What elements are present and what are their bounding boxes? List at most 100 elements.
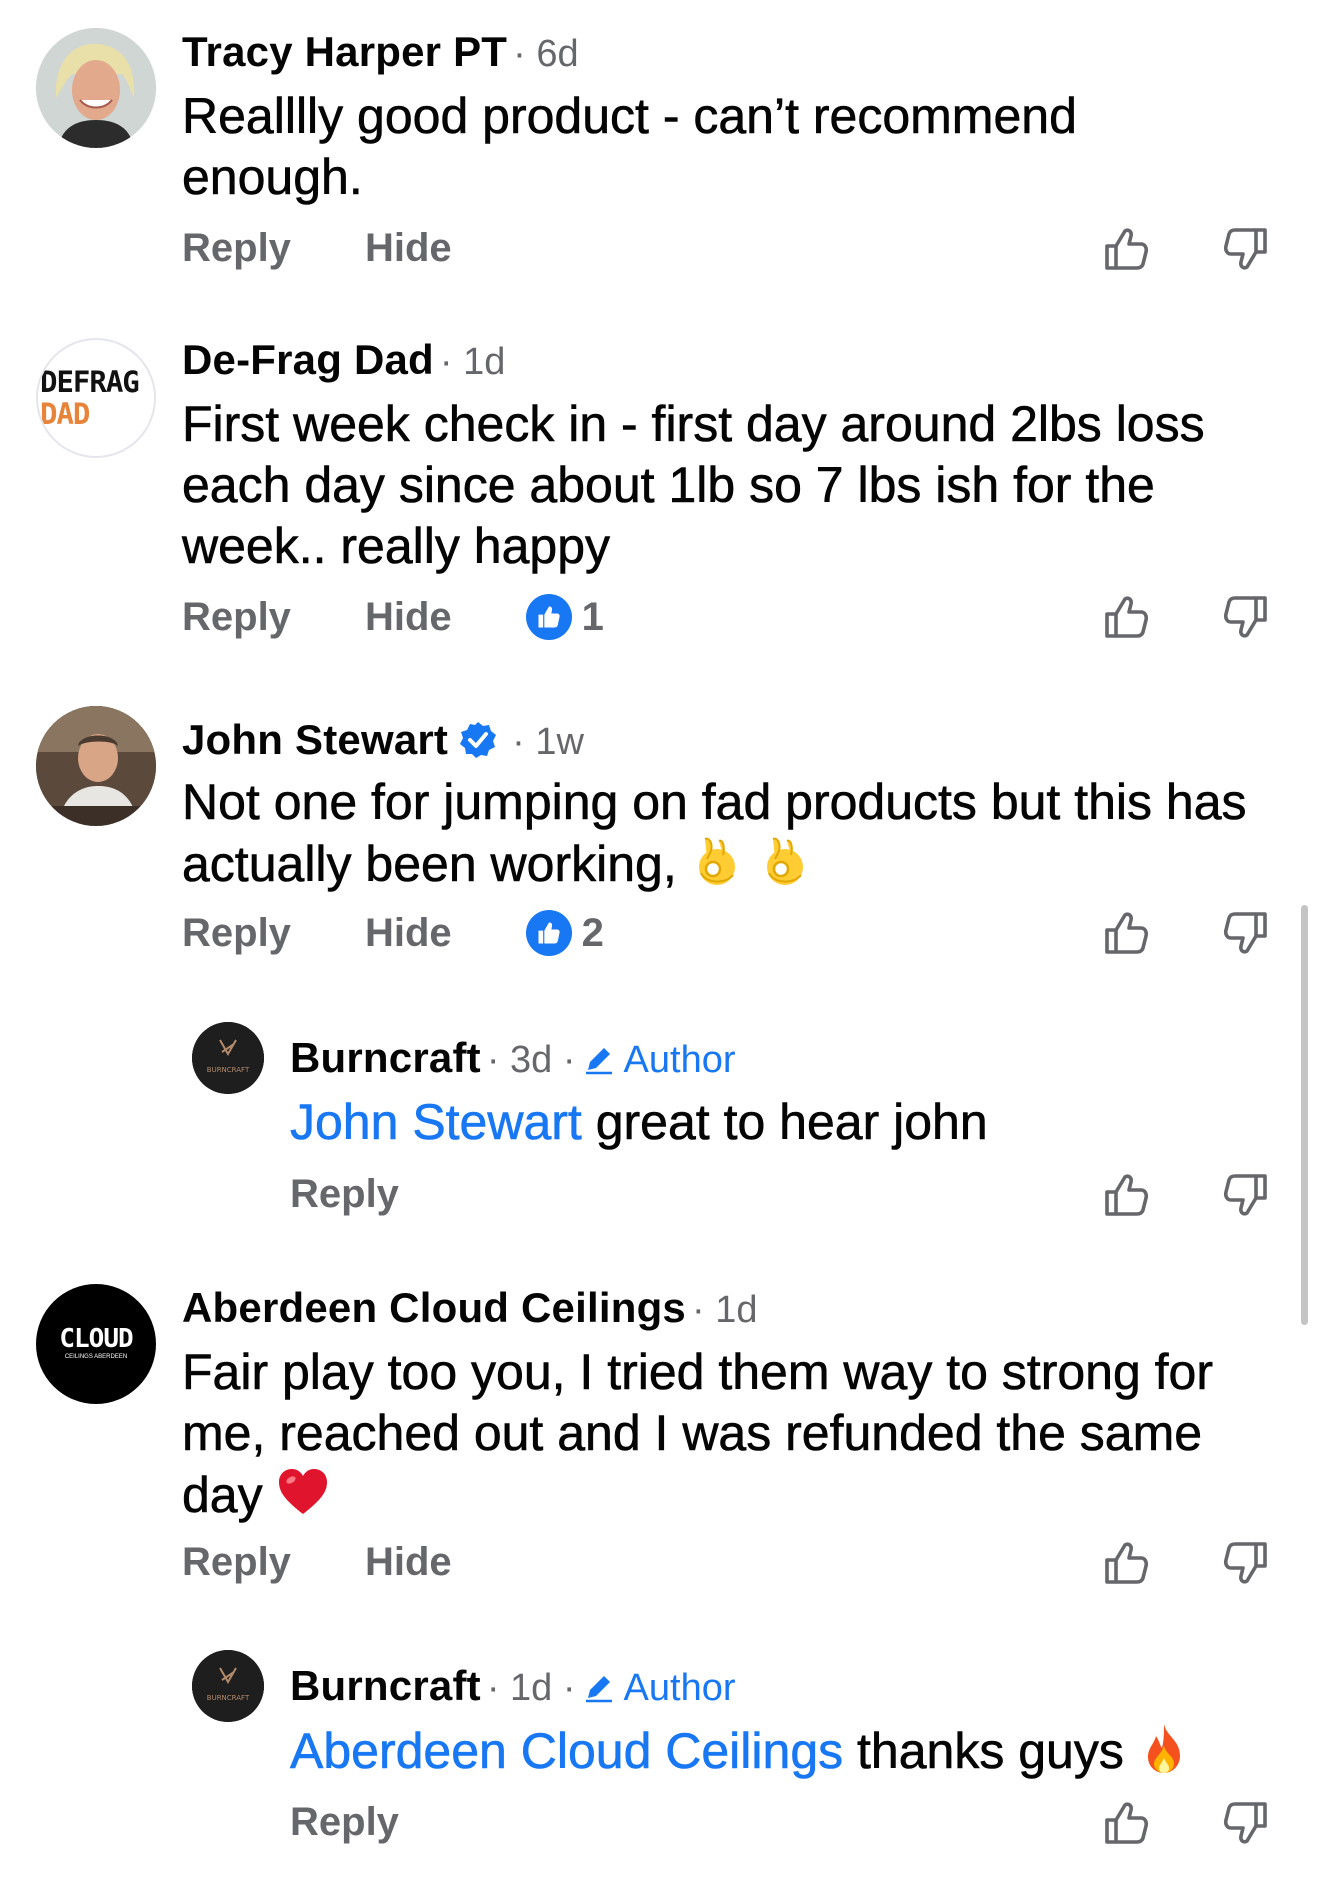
downvote-button[interactable] bbox=[1221, 908, 1271, 958]
comment-header: Burncraft · 3d · Author bbox=[290, 1034, 736, 1082]
thumb-down-icon bbox=[1221, 592, 1271, 642]
upvote-button[interactable] bbox=[1101, 1170, 1151, 1220]
comment-actions: Reply bbox=[290, 1800, 473, 1845]
comment-text: Aberdeen Cloud Ceilings thanks guys bbox=[290, 1720, 1320, 1782]
hide-button[interactable]: Hide bbox=[365, 226, 452, 271]
comment-header: Aberdeen Cloud Ceilings · 1d bbox=[182, 1284, 757, 1332]
thumb-up-icon bbox=[1101, 1798, 1151, 1848]
avatar[interactable]: DEFRAG DAD bbox=[36, 338, 156, 458]
comment-time[interactable]: · 1d · bbox=[487, 1667, 576, 1710]
upvote-button[interactable] bbox=[1101, 592, 1151, 642]
reply-button[interactable]: Reply bbox=[182, 595, 291, 640]
commenter-name[interactable]: John Stewart bbox=[182, 716, 448, 764]
comment-header: Tracy Harper PT · 6d bbox=[182, 28, 579, 76]
upvote-button[interactable] bbox=[1101, 1538, 1151, 1588]
avatar-logo-text: CLOUD CEILINGS ABERDEEN bbox=[36, 1326, 156, 1362]
comment-body: great to hear john bbox=[581, 1094, 988, 1151]
commenter-name[interactable]: De-Frag Dad bbox=[182, 336, 434, 384]
ok-hand-emoji-icon bbox=[757, 833, 813, 889]
downvote-button[interactable] bbox=[1221, 1798, 1271, 1848]
avatar[interactable] bbox=[36, 28, 156, 148]
comment-body: First week check in - first day around 2… bbox=[182, 396, 1205, 575]
burncraft-logo-icon: BURNCRAFT bbox=[192, 1022, 264, 1094]
comment-actions: Reply Hide bbox=[182, 1540, 526, 1585]
avatar[interactable]: BURNCRAFT bbox=[192, 1022, 264, 1094]
avatar-logo-text: DEFRAG DAD bbox=[40, 365, 154, 431]
avatar-photo-icon bbox=[36, 28, 156, 148]
avatar-logo-line2: CEILINGS ABERDEEN bbox=[64, 1354, 128, 1360]
thumb-down-icon bbox=[1221, 1170, 1271, 1220]
verified-badge-icon bbox=[460, 722, 497, 758]
pencil-icon bbox=[582, 1670, 616, 1704]
burncraft-logo-icon: BURNCRAFT bbox=[192, 1650, 264, 1722]
reply-button[interactable]: Reply bbox=[182, 226, 291, 271]
comment-header: John Stewart · 1w bbox=[182, 714, 584, 764]
comment-text: Not one for jumping on fad products but … bbox=[182, 772, 1262, 895]
author-badge: Author bbox=[582, 1666, 736, 1710]
avatar[interactable] bbox=[36, 706, 156, 826]
red-heart-emoji-icon bbox=[275, 1464, 331, 1520]
thumb-down-icon bbox=[1221, 1798, 1271, 1848]
downvote-button[interactable] bbox=[1221, 592, 1271, 642]
commenter-name[interactable]: Aberdeen Cloud Ceilings bbox=[182, 1284, 686, 1332]
commenter-name[interactable]: Burncraft bbox=[290, 1662, 481, 1710]
reply-button[interactable]: Reply bbox=[290, 1800, 399, 1845]
fire-emoji-icon bbox=[1136, 1720, 1192, 1776]
avatar-logo-line1: CLOUD bbox=[59, 1324, 133, 1354]
commenter-name[interactable]: Burncraft bbox=[290, 1034, 481, 1082]
avatar-photo-icon bbox=[36, 706, 156, 826]
author-label: Author bbox=[623, 1667, 736, 1709]
thumb-down-icon bbox=[1221, 1538, 1271, 1588]
upvote-button[interactable] bbox=[1101, 1798, 1151, 1848]
like-count[interactable]: 1 bbox=[525, 594, 604, 640]
thumb-down-icon bbox=[1221, 224, 1271, 274]
like-reaction-icon bbox=[525, 594, 572, 640]
comment-text: John Stewart great to hear john bbox=[290, 1092, 1320, 1153]
author-label: Author bbox=[623, 1039, 736, 1081]
comment-time[interactable]: · 1w bbox=[512, 721, 584, 764]
thumb-up-icon bbox=[1101, 592, 1151, 642]
comment-text: Realllly good product - can’t recommend … bbox=[182, 86, 1262, 208]
comment-body: Realllly good product - can’t recommend … bbox=[182, 88, 1077, 206]
svg-text:BURNCRAFT: BURNCRAFT bbox=[207, 1694, 250, 1702]
comment-body: thanks guys bbox=[843, 1723, 1124, 1780]
downvote-button[interactable] bbox=[1221, 1170, 1271, 1220]
upvote-button[interactable] bbox=[1101, 224, 1151, 274]
comment-time[interactable]: · 3d · bbox=[487, 1039, 576, 1082]
avatar-logo-line1: DEFRAG bbox=[40, 365, 140, 399]
upvote-button[interactable] bbox=[1101, 908, 1151, 958]
thumb-up-icon bbox=[1101, 908, 1151, 958]
pencil-icon bbox=[582, 1042, 616, 1076]
mention-link[interactable]: John Stewart bbox=[290, 1094, 582, 1151]
comment-actions: Reply Hide 1 bbox=[182, 594, 604, 640]
comment-text: First week check in - first day around 2… bbox=[182, 394, 1262, 577]
ok-hand-emoji-icon bbox=[689, 833, 745, 889]
thumb-down-icon bbox=[1221, 908, 1271, 958]
avatar-logo-line2: DAD bbox=[40, 397, 90, 431]
comment-header: De-Frag Dad · 1d bbox=[182, 336, 505, 384]
downvote-button[interactable] bbox=[1221, 224, 1271, 274]
mention-link[interactable]: Aberdeen Cloud Ceilings bbox=[290, 1723, 844, 1780]
reply-button[interactable]: Reply bbox=[290, 1172, 399, 1217]
thumb-up-icon bbox=[1101, 1538, 1151, 1588]
comment-body: Fair play too you, I tried them way to s… bbox=[182, 1344, 1214, 1524]
hide-button[interactable]: Hide bbox=[365, 911, 452, 956]
author-badge: Author bbox=[582, 1038, 736, 1082]
avatar[interactable]: CLOUD CEILINGS ABERDEEN bbox=[36, 1284, 156, 1404]
scrollbar[interactable] bbox=[1301, 905, 1308, 1325]
avatar[interactable]: BURNCRAFT bbox=[192, 1650, 264, 1722]
like-count-value: 2 bbox=[581, 910, 604, 955]
commenter-name[interactable]: Tracy Harper PT bbox=[182, 28, 507, 76]
thumb-up-icon bbox=[1101, 1170, 1151, 1220]
hide-button[interactable]: Hide bbox=[365, 595, 452, 640]
comment-time[interactable]: · 1d bbox=[692, 1289, 757, 1332]
comment-time[interactable]: · 6d bbox=[513, 33, 578, 76]
reply-button[interactable]: Reply bbox=[182, 911, 291, 956]
comment-time[interactable]: · 1d bbox=[440, 341, 505, 384]
downvote-button[interactable] bbox=[1221, 1538, 1271, 1588]
reply-button[interactable]: Reply bbox=[182, 1540, 291, 1585]
like-count[interactable]: 2 bbox=[525, 910, 604, 956]
comment-header: Burncraft · 1d · Author bbox=[290, 1662, 736, 1710]
like-count-value: 1 bbox=[581, 594, 604, 639]
hide-button[interactable]: Hide bbox=[365, 1540, 452, 1585]
